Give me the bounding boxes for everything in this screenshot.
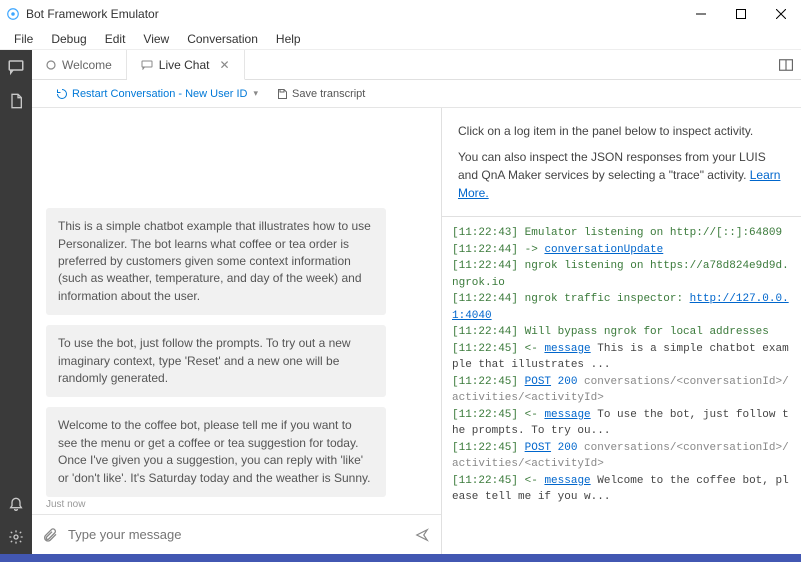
bot-message[interactable]: This is a simple chatbot example that il… — [46, 208, 386, 315]
inspector-panel: Click on a log item in the panel below t… — [442, 108, 801, 216]
tab-label: Live Chat — [159, 58, 210, 72]
log-line[interactable]: [11:22:45] <- message Welcome to the cof… — [452, 473, 791, 506]
tab-live-chat[interactable]: Live Chat ✕ — [127, 50, 245, 80]
sidebar — [0, 50, 32, 554]
window-controls — [681, 0, 801, 28]
statusbar — [0, 554, 801, 562]
message-input-row — [32, 514, 441, 554]
log-link[interactable]: message — [544, 475, 590, 487]
log-line[interactable]: [11:22:44] -> conversationUpdate — [452, 242, 791, 259]
minimize-button[interactable] — [681, 0, 721, 28]
menu-edit[interactable]: Edit — [97, 30, 134, 48]
workspace: Welcome Live Chat ✕ Restart Conversation… — [0, 50, 801, 554]
log-line[interactable]: [11:22:44] Will bypass ngrok for local a… — [452, 324, 791, 341]
chat-scroll[interactable]: This is a simple chatbot example that il… — [32, 108, 441, 514]
document-icon[interactable] — [7, 92, 25, 110]
chat-icon[interactable] — [7, 58, 25, 76]
log-link[interactable]: POST — [525, 376, 551, 388]
save-icon — [276, 88, 288, 100]
tab-label: Welcome — [62, 58, 112, 72]
restart-conversation-button[interactable]: Restart Conversation - New User ID ▾ — [56, 88, 258, 100]
app-icon — [6, 7, 20, 21]
restart-icon — [56, 88, 68, 100]
save-label: Save transcript — [292, 88, 365, 100]
tabbar: Welcome Live Chat ✕ — [32, 50, 801, 80]
chat-pane: This is a simple chatbot example that il… — [32, 108, 442, 554]
menu-debug[interactable]: Debug — [43, 30, 94, 48]
window-title: Bot Framework Emulator — [26, 7, 159, 21]
attach-icon[interactable] — [42, 526, 58, 544]
message-timestamp: Just now — [46, 499, 427, 510]
log-line[interactable]: [11:22:43] Emulator listening on http://… — [452, 225, 791, 242]
menubar: File Debug Edit View Conversation Help — [0, 28, 801, 50]
log-line[interactable]: [11:22:45] POST 200 conversations/<conve… — [452, 374, 791, 407]
menu-help[interactable]: Help — [268, 30, 309, 48]
log-link[interactable]: message — [544, 409, 590, 421]
bot-message[interactable]: Welcome to the coffee bot, please tell m… — [46, 407, 386, 497]
maximize-button[interactable] — [721, 0, 761, 28]
main: Welcome Live Chat ✕ Restart Conversation… — [32, 50, 801, 554]
chevron-down-icon[interactable]: ▾ — [253, 88, 258, 99]
log-line[interactable]: [11:22:45] POST 200 conversations/<conve… — [452, 440, 791, 473]
log-line[interactable]: [11:22:45] <- message This is a simple c… — [452, 341, 791, 374]
menu-conversation[interactable]: Conversation — [179, 30, 266, 48]
log-line[interactable]: [11:22:44] ngrok traffic inspector: http… — [452, 291, 791, 324]
inspector-hint-2: You can also inspect the JSON responses … — [458, 148, 785, 202]
log-link[interactable]: conversationUpdate — [544, 244, 663, 256]
panes: This is a simple chatbot example that il… — [32, 108, 801, 554]
restart-label: Restart Conversation - New User ID — [72, 88, 247, 100]
log-panel[interactable]: [11:22:43] Emulator listening on http://… — [442, 216, 801, 554]
titlebar: Bot Framework Emulator — [0, 0, 801, 28]
welcome-dot-icon — [46, 60, 56, 70]
titlebar-left: Bot Framework Emulator — [6, 7, 159, 21]
inspector-hint: Click on a log item in the panel below t… — [458, 122, 785, 140]
close-icon[interactable]: ✕ — [220, 58, 230, 72]
bell-icon[interactable] — [7, 494, 25, 512]
split-view-icon[interactable] — [779, 50, 801, 79]
menu-file[interactable]: File — [6, 30, 41, 48]
menu-view[interactable]: View — [135, 30, 177, 48]
log-line[interactable]: [11:22:44] ngrok listening on https://a7… — [452, 258, 791, 291]
close-button[interactable] — [761, 0, 801, 28]
message-input[interactable] — [68, 527, 403, 542]
send-icon[interactable] — [413, 528, 431, 542]
conversation-toolbar: Restart Conversation - New User ID ▾ Sav… — [32, 80, 801, 108]
gear-icon[interactable] — [7, 528, 25, 546]
right-pane: Click on a log item in the panel below t… — [442, 108, 801, 554]
tab-welcome[interactable]: Welcome — [32, 50, 127, 79]
chat-small-icon — [141, 60, 153, 70]
log-line[interactable]: [11:22:45] <- message To use the bot, ju… — [452, 407, 791, 440]
bot-message[interactable]: To use the bot, just follow the prompts.… — [46, 325, 386, 397]
log-link[interactable]: POST — [525, 442, 551, 454]
log-link[interactable]: message — [544, 343, 590, 355]
save-transcript-button[interactable]: Save transcript — [276, 88, 365, 100]
